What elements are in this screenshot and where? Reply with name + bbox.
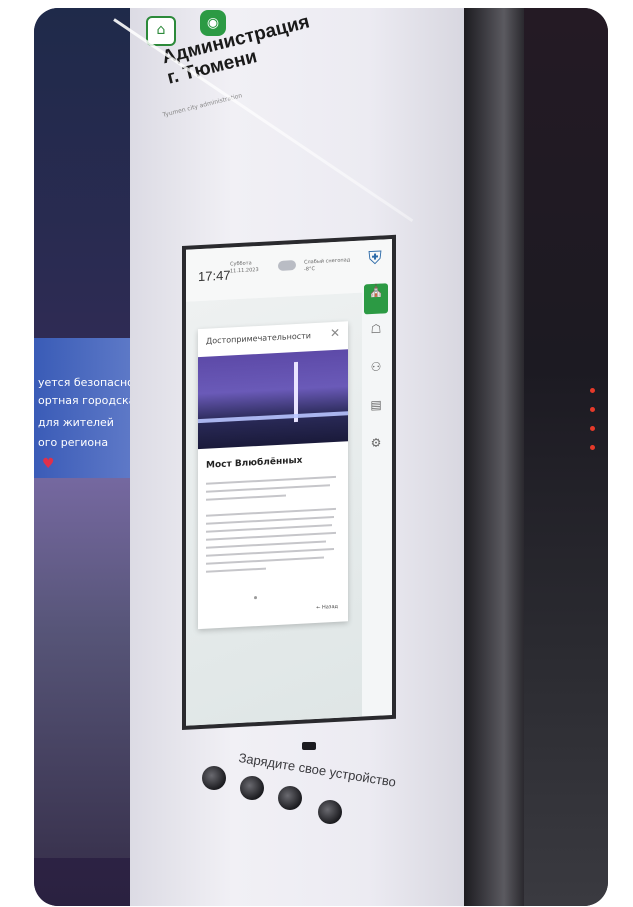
cloud-snow-icon xyxy=(278,260,296,271)
card-header: Достопримечательности xyxy=(206,331,311,346)
text-line xyxy=(206,556,324,565)
nav-item-5[interactable]: ⚙ xyxy=(364,435,388,466)
text-line xyxy=(206,524,332,533)
temperature-label: -8°C xyxy=(304,266,315,273)
bridge-deck xyxy=(198,411,348,424)
text-line xyxy=(206,507,336,517)
text-line xyxy=(206,516,334,525)
text-line xyxy=(206,484,330,493)
charging-socket[interactable] xyxy=(278,786,302,810)
dark-pillar xyxy=(464,8,524,906)
text-line xyxy=(206,475,336,485)
nav-item-3[interactable]: ⚇ xyxy=(364,359,388,390)
charging-socket[interactable] xyxy=(202,766,226,790)
kiosk-photo: уется безопасность ортная городская для … xyxy=(34,8,608,906)
attraction-card: Достопримечательности ✕ Мост Влюблённых … xyxy=(198,321,348,630)
clock: 17:47 xyxy=(198,267,231,285)
nav-item-2[interactable]: ☖ xyxy=(364,321,388,352)
screen-topbar: 17:47 Суббота 11.11.2023 Слабый снегопад… xyxy=(186,238,392,302)
usb-port-icon xyxy=(302,742,316,750)
touchscreen[interactable]: 17:47 Суббота 11.11.2023 Слабый снегопад… xyxy=(182,234,396,730)
side-nav: ⛪ ☖ ⚇ ▤ ⚙ xyxy=(364,283,390,474)
nav-item-4[interactable]: ▤ xyxy=(364,397,388,428)
text-line xyxy=(206,548,334,557)
text-line xyxy=(206,567,266,573)
text-line xyxy=(206,494,286,501)
back-button[interactable]: ← Назад xyxy=(316,604,338,611)
charging-socket[interactable] xyxy=(240,776,264,800)
weather-block: Слабый снегопад -8°C xyxy=(304,257,350,273)
bridge-photo xyxy=(198,349,348,450)
charging-socket[interactable] xyxy=(318,800,342,824)
close-icon[interactable]: ✕ xyxy=(330,326,340,341)
coat-of-arms-icon: ⛨ xyxy=(368,247,382,270)
heart-icon: ♥ xyxy=(42,456,55,472)
date-block: Суббота 11.11.2023 xyxy=(230,260,259,276)
card-title: Мост Влюблённых xyxy=(206,455,303,471)
indicator-lights xyxy=(590,388,600,464)
text-line xyxy=(206,540,326,549)
nav-item-attractions[interactable]: ⛪ xyxy=(364,283,388,315)
text-line xyxy=(206,531,336,541)
date-label: 11.11.2023 xyxy=(230,266,259,275)
pager-dot[interactable] xyxy=(254,596,257,600)
